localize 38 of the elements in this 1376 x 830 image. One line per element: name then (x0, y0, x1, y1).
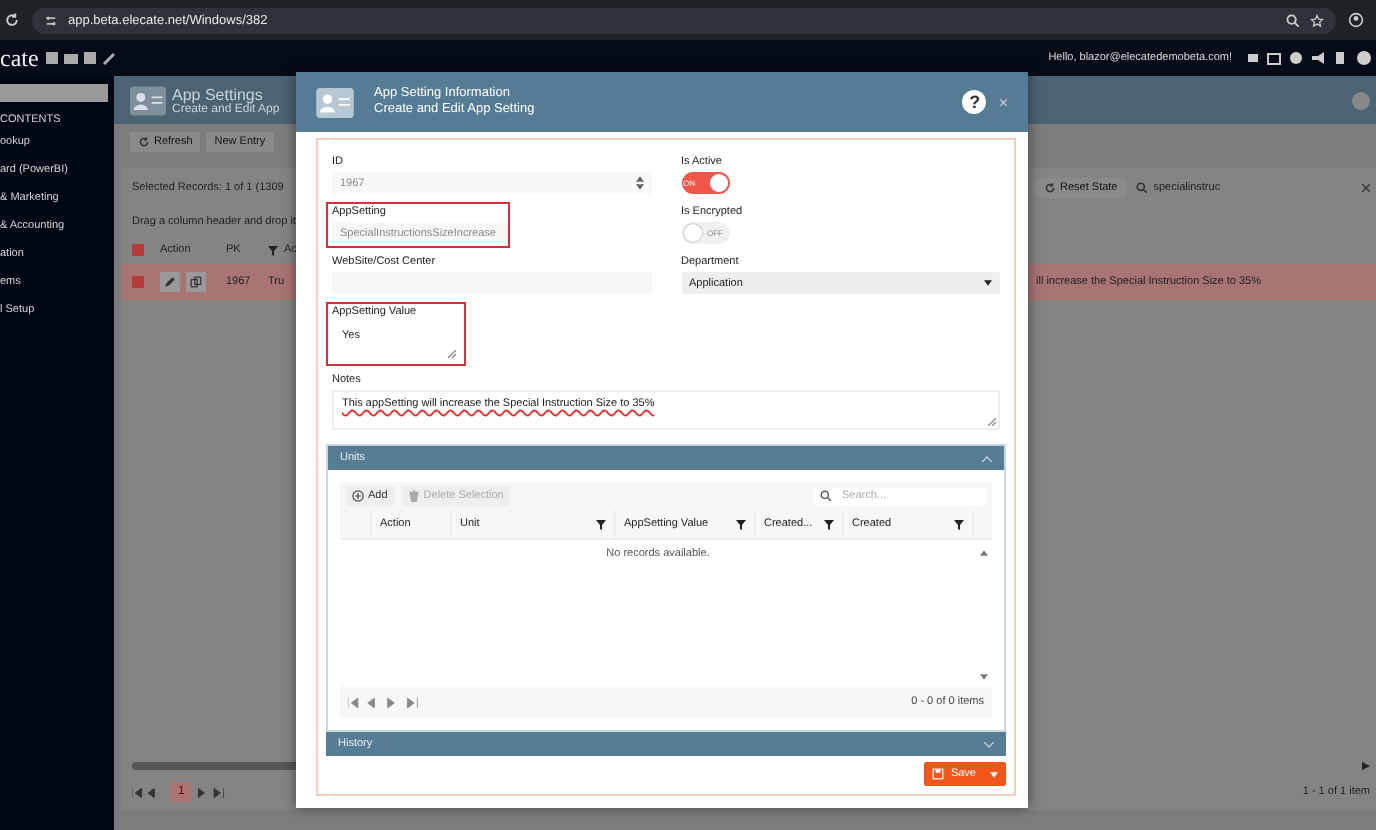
caret-icon[interactable] (990, 771, 998, 777)
filter-icon[interactable] (736, 519, 746, 529)
page-title: App Settings (172, 85, 263, 103)
header-checkbox[interactable] (132, 244, 144, 256)
scroll-down-icon[interactable] (980, 674, 988, 680)
pager-arrows-drawing[interactable] (348, 697, 424, 707)
filter-icon[interactable] (596, 519, 606, 529)
edit-button[interactable] (160, 272, 180, 292)
header-icons-drawing[interactable] (1248, 50, 1372, 66)
filter-icon[interactable] (824, 519, 834, 529)
star-icon[interactable] (1310, 13, 1324, 27)
reload-icon[interactable] (4, 12, 20, 28)
contact-card-icon (316, 87, 354, 117)
contact-card-icon (130, 85, 166, 115)
row-checkbox[interactable] (132, 276, 144, 288)
site-info-icon[interactable] (44, 13, 58, 27)
dropdown-caret-icon (984, 280, 992, 286)
logo-text: cate (0, 43, 39, 73)
scroll-right-icon[interactable] (1362, 762, 1370, 770)
search-icon (1135, 182, 1148, 194)
sidebar-search-field[interactable] (0, 84, 108, 102)
search-icon[interactable] (1286, 13, 1300, 27)
scroll-up-icon[interactable] (980, 550, 988, 556)
copy-button[interactable] (186, 272, 206, 292)
plus-circle-icon (352, 490, 364, 502)
resize-grip-icon[interactable] (988, 418, 996, 426)
refresh-icon (138, 136, 150, 148)
resize-grip-icon[interactable] (448, 350, 456, 358)
toolbar-icons-drawing[interactable] (46, 50, 119, 66)
search-icon (820, 490, 832, 502)
chevron-icon[interactable] (982, 455, 992, 461)
refresh-icon (1044, 182, 1056, 194)
help-button[interactable]: ? (962, 90, 987, 114)
profile-icon[interactable] (1348, 12, 1364, 28)
clear-icon[interactable] (1362, 184, 1370, 192)
trash-icon (407, 490, 420, 502)
chevron-icon[interactable] (984, 741, 994, 747)
filter-icon[interactable] (954, 519, 964, 529)
